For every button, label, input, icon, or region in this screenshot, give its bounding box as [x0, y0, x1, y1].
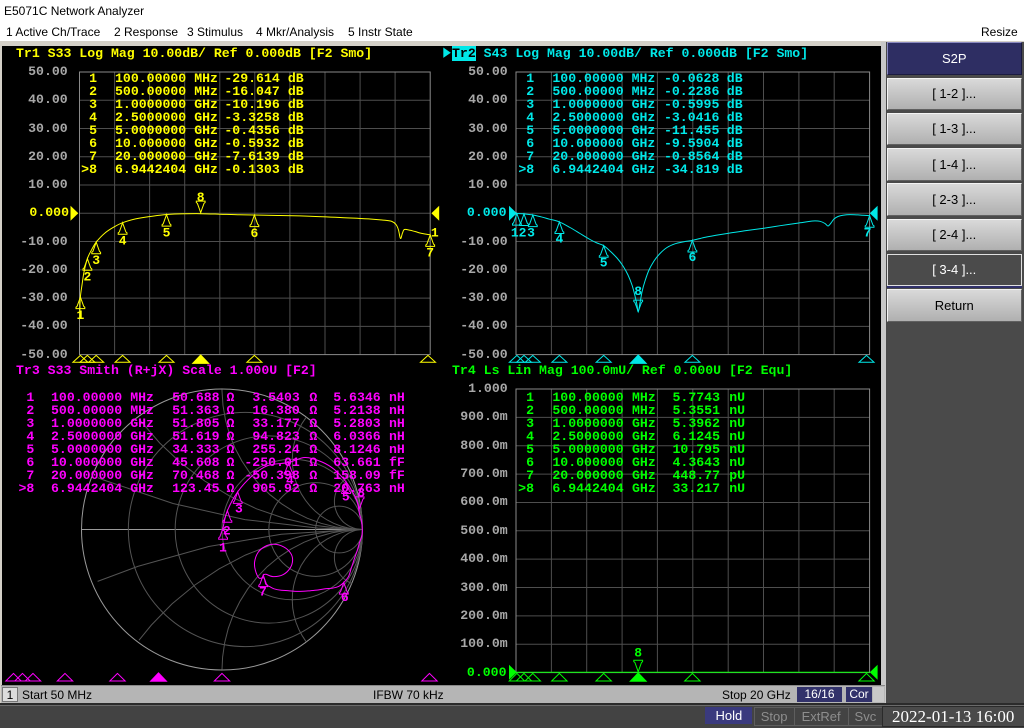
svg-text:3: 3	[92, 253, 100, 268]
svg-text:7: 7	[864, 225, 872, 240]
svg-text:3: 3	[527, 225, 535, 240]
svg-text:8: 8	[634, 284, 642, 299]
svg-text:6: 6	[688, 250, 696, 265]
svg-text:5: 5	[163, 225, 171, 240]
svg-text:6: 6	[250, 226, 258, 241]
svg-text:2: 2	[223, 524, 231, 539]
svg-text:8: 8	[634, 646, 642, 661]
svg-text:1: 1	[76, 308, 84, 323]
svg-text:4: 4	[119, 234, 127, 249]
svg-text:7: 7	[426, 246, 434, 261]
svg-text:8: 8	[197, 190, 205, 205]
svg-text:5: 5	[600, 255, 608, 270]
svg-text:7: 7	[259, 585, 267, 600]
svg-text:2: 2	[83, 269, 91, 284]
svg-text:6: 6	[341, 590, 349, 605]
svg-text:1: 1	[219, 541, 227, 556]
svg-text:4: 4	[555, 232, 563, 247]
svg-text:3: 3	[235, 502, 243, 517]
svg-text:2: 2	[519, 225, 527, 240]
